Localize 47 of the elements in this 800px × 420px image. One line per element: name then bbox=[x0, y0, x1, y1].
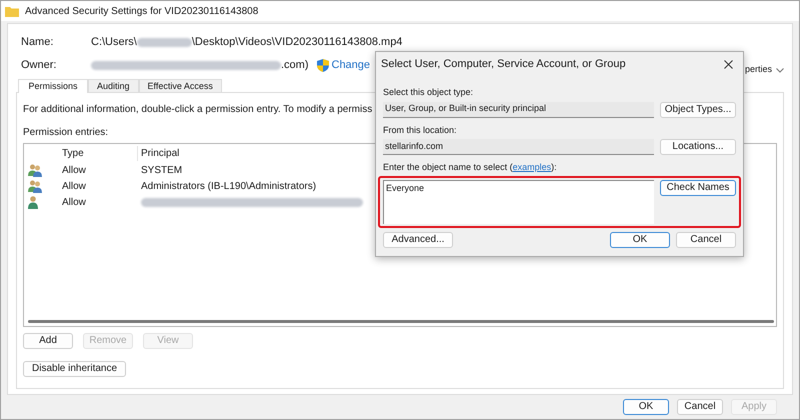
object-name-label: Enter the object name to select (examples): bbox=[383, 161, 558, 174]
location-label: From this location: bbox=[383, 124, 458, 136]
horizontal-scrollbar[interactable] bbox=[26, 318, 774, 324]
table-cell-text: Administrators (IB-L190\Administrators) bbox=[140, 180, 316, 194]
advanced-button[interactable]: Advanced... bbox=[383, 232, 453, 248]
close-icon bbox=[724, 60, 732, 68]
action-button[interactable]: Add bbox=[23, 333, 73, 349]
entries-label: Permission entries: bbox=[23, 126, 108, 140]
object-type-label: Select this object type: bbox=[383, 86, 474, 99]
locations-button[interactable]: Locations... bbox=[660, 139, 736, 155]
name-label: Name: bbox=[21, 34, 54, 50]
users-icon bbox=[28, 164, 42, 176]
owner-label: Owner: bbox=[21, 58, 58, 73]
owner-text: .com) bbox=[281, 58, 308, 73]
chevron-down-icon bbox=[776, 68, 784, 72]
object-name-field[interactable]: Everyone bbox=[383, 180, 654, 224]
users-icon bbox=[28, 180, 42, 192]
examples-link[interactable]: examples bbox=[512, 162, 552, 172]
tab[interactable]: Effective Access bbox=[138, 79, 222, 93]
table-cell-text: Allow bbox=[62, 196, 87, 210]
path-text: C:\Users\ bbox=[91, 34, 137, 50]
object-types-button[interactable]: Object Types... bbox=[660, 102, 736, 118]
table-cell-text: SYSTEM bbox=[140, 164, 182, 178]
footer-button[interactable]: Cancel bbox=[677, 399, 723, 415]
blurred-text bbox=[136, 38, 192, 46]
change-link[interactable]: Change bbox=[332, 56, 370, 74]
table-cell-text: Allow bbox=[62, 180, 87, 194]
check-names-button[interactable]: Check Names bbox=[660, 180, 736, 196]
disable-inheritance-button[interactable]: Disable inheritance bbox=[23, 361, 126, 377]
column-header[interactable]: Principal bbox=[138, 146, 180, 160]
info-text: For additional information, double-click a permission entry. To modify a permiss bbox=[23, 103, 372, 117]
shield-icon bbox=[316, 58, 328, 72]
tab[interactable]: Auditing bbox=[88, 79, 139, 93]
properties-text: perties bbox=[744, 63, 772, 76]
table-cell-text: Allow bbox=[62, 164, 87, 178]
column-header[interactable]: Type bbox=[62, 146, 138, 160]
footer-button[interactable]: OK bbox=[623, 399, 669, 415]
user-icon bbox=[28, 196, 38, 208]
dialog-title: Select User, Computer, Service Account, or Group bbox=[381, 56, 626, 72]
window-title: Advanced Security Settings for VID20230116143808 bbox=[25, 4, 258, 18]
cancel-button[interactable]: Cancel bbox=[676, 232, 736, 248]
path-text: \Desktop\Videos\VID20230116143808.mp4 bbox=[192, 34, 402, 50]
location-field: stellarinfo.com bbox=[383, 139, 654, 155]
object-type-field: User, Group, or Built-in security principal bbox=[383, 102, 654, 118]
ok-button[interactable]: OK bbox=[610, 232, 670, 248]
tab[interactable]: Permissions bbox=[18, 79, 88, 93]
folder-icon bbox=[5, 6, 19, 16]
